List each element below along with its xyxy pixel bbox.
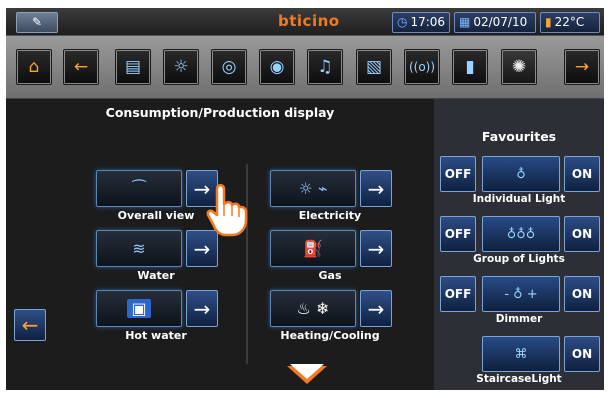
toolbar-button-scenario[interactable]: ◉ <box>259 49 295 85</box>
clock-icon: ◷ <box>397 15 408 29</box>
lighting-icon: ☼ <box>173 57 189 77</box>
fav-label: StaircaseLight <box>476 373 562 385</box>
toolbar-button-energy[interactable]: ✺ <box>501 49 537 85</box>
heating-cooling-card[interactable]: ♨ ❄ <box>270 290 356 327</box>
toolbar-button-wireless[interactable]: ((o)) <box>404 49 440 85</box>
fav-on-button[interactable]: ON <box>564 336 600 372</box>
toolbar-button-video[interactable]: ▧ <box>356 49 392 85</box>
fav-off-button[interactable]: OFF <box>440 276 476 312</box>
arrow-right-icon: → <box>367 236 385 261</box>
favourites-title: Favourites <box>481 129 557 144</box>
hot-water-card[interactable]: ▣ <box>96 290 182 327</box>
fav-card-group-of-lights[interactable]: ♁♁♁ <box>482 216 560 252</box>
toolbar-button-blinds[interactable]: ▤ <box>115 49 151 85</box>
hot-water-arrow-button[interactable]: → <box>186 290 218 327</box>
water-card[interactable]: ≋ <box>96 230 182 267</box>
fav-card-staircase-light[interactable]: ⌘ <box>482 336 560 372</box>
fav-label: Dimmer <box>495 313 543 325</box>
gas-arrow-button[interactable]: → <box>360 230 392 267</box>
hot-water-icon: ▣ <box>127 299 151 318</box>
touch-screen: ✎ bticino ◷ 17:06 ▦ 02/07/10 ▮ 22°C ⌂ ← ▤ ☼ ◎ ◉ ♫… <box>6 8 604 390</box>
automation-icon: ◎ <box>221 57 237 77</box>
consumption-panel: Consumption/Production display ⁀ → Overa… <box>6 99 434 390</box>
page-title: Consumption/Production display <box>105 105 335 120</box>
electricity-arrow-button[interactable]: → <box>360 170 392 207</box>
fav-card-dimmer[interactable]: - ♁ + <box>482 276 560 312</box>
gas-card[interactable]: ⛽ <box>270 230 356 267</box>
status-bar: ✎ bticino ◷ 17:06 ▦ 02/07/10 ▮ 22°C <box>6 8 604 36</box>
fav-off-button[interactable]: OFF <box>440 156 476 192</box>
date-text: 02/07/10 <box>473 15 528 29</box>
hot-water-label: Hot water <box>125 329 187 342</box>
electricity-label: Electricity <box>298 209 362 222</box>
back-button[interactable]: ← <box>14 309 46 341</box>
energy-icon: ✺ <box>511 57 527 77</box>
water-icon: ≋ <box>132 239 146 258</box>
clock[interactable]: ◷ 17:06 <box>392 12 450 33</box>
chevron-down-icon[interactable] <box>290 364 324 379</box>
brand-logo: bticino <box>278 12 340 30</box>
fav-card-individual-light[interactable]: ♁ <box>482 156 560 192</box>
fav-off-button[interactable]: OFF <box>440 216 476 252</box>
arrow-right-icon: → <box>193 296 211 321</box>
fav-on-button[interactable]: ON <box>564 216 600 252</box>
fav-on-button[interactable]: ON <box>564 276 600 312</box>
gas-icon: ⛽ <box>303 239 323 258</box>
time-text: 17:06 <box>410 15 446 29</box>
temperature-icon: ▮ <box>465 57 475 77</box>
temperature-text: 22°C <box>554 15 585 29</box>
overall-view-card[interactable]: ⁀ <box>96 170 182 207</box>
hand-pointer-icon <box>206 183 248 237</box>
heating-cooling-label: Heating/Cooling <box>280 329 380 342</box>
heating-cooling-arrow-button[interactable]: → <box>360 290 392 327</box>
staircase-light-icon: ⌘ <box>514 346 528 362</box>
toolbar-button-forward-arrow[interactable]: → <box>564 49 600 85</box>
arrow-right-icon: → <box>367 296 385 321</box>
toolbar-button-back-arrow[interactable]: ← <box>63 49 99 85</box>
electricity-card[interactable]: ☼ ⌁ <box>270 170 356 207</box>
temperature-display[interactable]: ▮ 22°C <box>540 12 600 33</box>
favourites-panel: Favourites OFF ♁ ON Individual Light OFF ♁♁♁ O… <box>434 99 604 390</box>
brand-logo-text: bticino <box>278 12 340 30</box>
pen-icon[interactable]: ✎ <box>16 12 58 33</box>
calendar[interactable]: ▦ 02/07/10 <box>454 12 536 33</box>
arrow-right-icon: → <box>367 176 385 201</box>
heating-cooling-icon: ♨ ❄ <box>296 299 330 318</box>
back-arrow-icon: ← <box>21 313 39 337</box>
scenario-icon: ◉ <box>269 57 285 77</box>
fav-label: Individual Light <box>472 193 566 205</box>
back-arrow-icon: ← <box>73 57 89 77</box>
dimmer-icon: - ♁ + <box>504 286 538 302</box>
water-label: Water <box>137 269 175 282</box>
fav-on-button[interactable]: ON <box>564 156 600 192</box>
multimedia-icon: ♫ <box>317 57 333 77</box>
graph-icon: ⁀ <box>132 179 146 198</box>
fav-label: Group of Lights <box>473 253 565 265</box>
toolbar-button-home[interactable]: ⌂ <box>16 49 52 85</box>
forward-arrow-icon: → <box>574 57 590 77</box>
toolbar-button-multimedia[interactable]: ♫ <box>307 49 343 85</box>
video-icon: ▧ <box>365 57 383 77</box>
arrow-right-icon: → <box>193 236 211 261</box>
calendar-icon: ▦ <box>459 15 471 29</box>
home-icon: ⌂ <box>28 57 40 77</box>
blinds-icon: ▤ <box>124 57 142 77</box>
thermometer-icon: ▮ <box>545 15 552 29</box>
gas-label: Gas <box>318 269 342 282</box>
wireless-icon: ((o)) <box>408 60 436 74</box>
toolbar-button-temperature[interactable]: ▮ <box>452 49 488 85</box>
group-of-lights-icon: ♁♁♁ <box>506 226 536 242</box>
individual-light-icon: ♁ <box>516 166 526 182</box>
toolbar-button-automation[interactable]: ◎ <box>211 49 247 85</box>
electricity-icon: ☼ ⌁ <box>298 179 328 198</box>
toolbar-button-lighting[interactable]: ☼ <box>163 49 199 85</box>
toolbar: ⌂ ← ▤ ☼ ◎ ◉ ♫ ▧ ((o)) ▮ ✺ → <box>6 36 604 99</box>
